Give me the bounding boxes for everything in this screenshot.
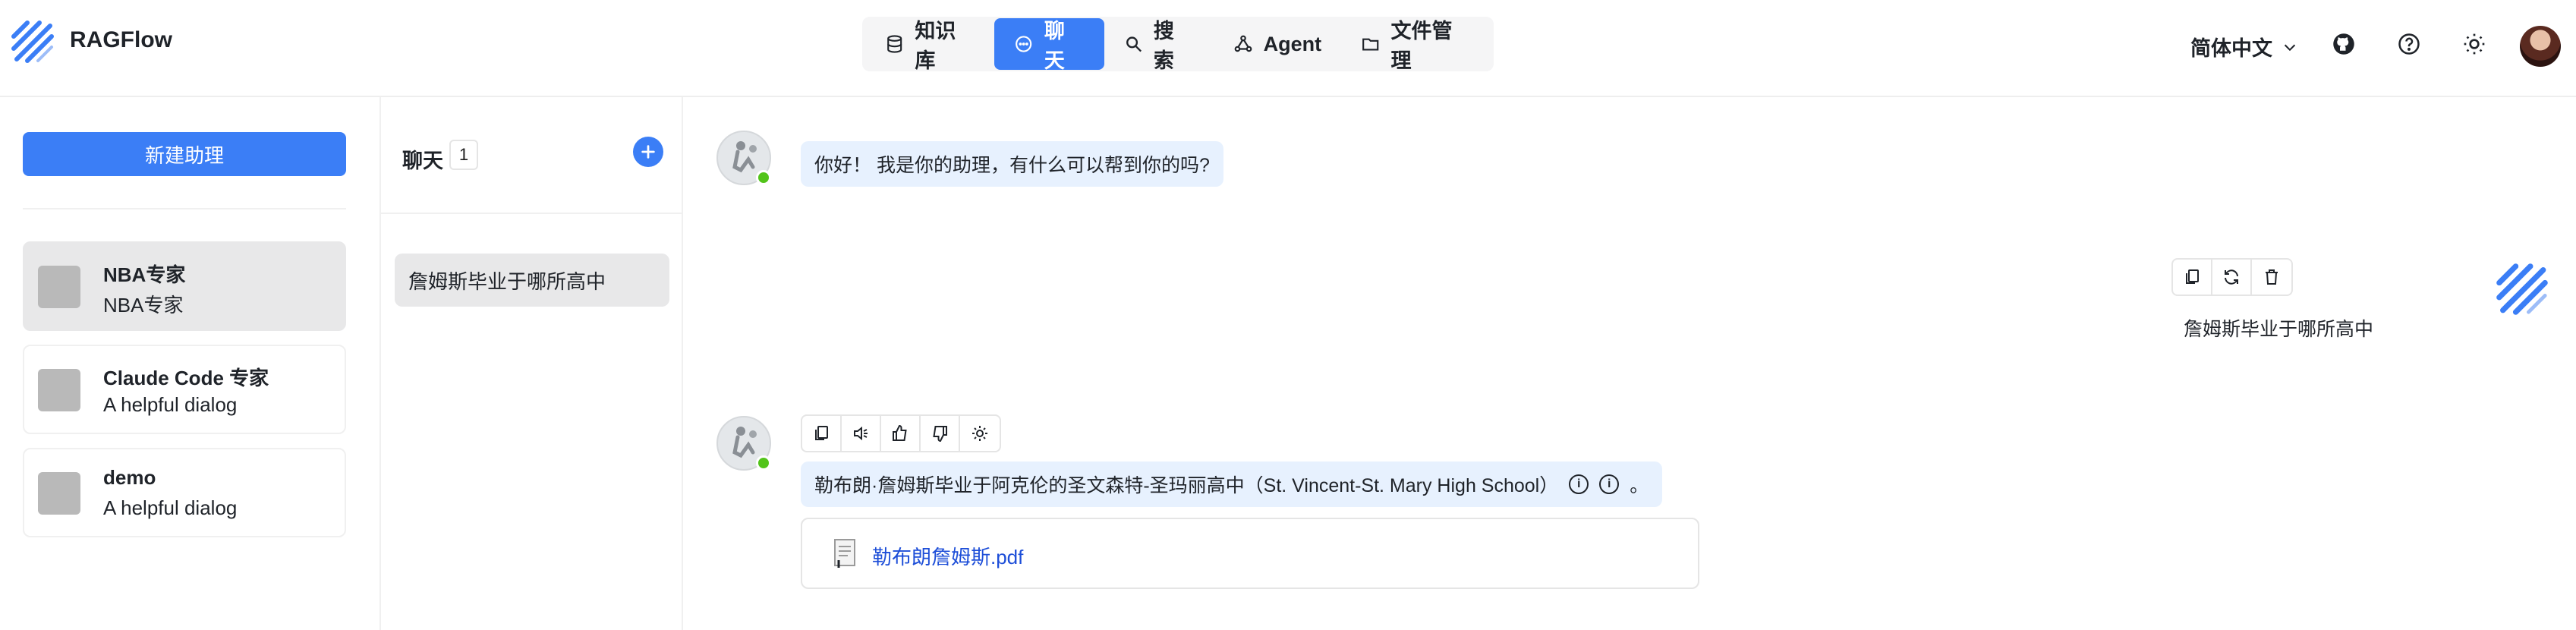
chevron-down-icon: [2284, 44, 2296, 51]
prompt-button[interactable]: [960, 416, 1000, 451]
assistant-name: Claude Code 专家: [103, 367, 269, 389]
database-icon: [887, 35, 902, 53]
pdf-file-icon: [834, 539, 855, 568]
assistant-avatar: [38, 266, 80, 308]
ragflow-logo-icon[interactable]: [11, 20, 55, 64]
reference-document-card: 勒布朗詹姆斯.pdf: [801, 518, 1699, 589]
assistant-description: A helpful dialog: [103, 496, 238, 519]
help-icon[interactable]: [2394, 29, 2424, 59]
answer-toolbar: [801, 414, 1001, 452]
user-message-toolbar: [2171, 258, 2293, 296]
app-name: RAGFlow: [70, 27, 172, 52]
assistant-avatar: [38, 369, 80, 411]
assistant-list-panel: 新建助理 NBA专家 NBA专家 Claude Code 专家 A helpfu…: [0, 97, 381, 630]
search-icon: [1126, 36, 1142, 52]
nav-label: 文件管理: [1390, 20, 1453, 72]
nav-label: 搜索: [1153, 20, 1174, 72]
answer-message: 勒布朗·詹姆斯毕业于阿克伦的圣文森特-圣玛丽高中（St. Vincent-St.…: [801, 461, 1663, 507]
chat-icon: [1016, 36, 1032, 52]
nav-label: 聊天: [1044, 20, 1065, 72]
assistant-name: demo: [103, 466, 156, 489]
assistant-card-demo[interactable]: demo A helpful dialog: [23, 448, 346, 537]
nav-label: Agent: [1263, 32, 1322, 55]
nav-label: 知识库: [915, 20, 956, 72]
nav-knowledge-base[interactable]: 知识库: [865, 18, 994, 72]
divider: [381, 213, 682, 214]
online-status-dot: [756, 170, 771, 185]
top-header: RAGFlow 知识库 聊天 搜索 Agent 文件管理 简体中文: [0, 0, 2576, 97]
delete-icon: [2266, 269, 2278, 285]
new-assistant-button[interactable]: 新建助理: [23, 132, 346, 176]
user-message: 詹姆斯毕业于哪所高中: [2184, 319, 2374, 340]
bulb-icon: [972, 426, 987, 441]
speaker-icon: [854, 426, 868, 441]
agent-icon: [1234, 35, 1252, 52]
nav-file-management[interactable]: 文件管理: [1341, 18, 1491, 72]
assistant-avatar: [716, 131, 771, 185]
main-nav: 知识库 聊天 搜索 Agent 文件管理: [862, 17, 1494, 72]
user-ragflow-avatar-icon: [2496, 263, 2548, 315]
thumbs-up-icon: [893, 424, 907, 441]
conversation-list-panel: 聊天 1 詹姆斯毕业于哪所高中: [381, 97, 683, 630]
thumbs-down-icon: [933, 426, 947, 443]
copy-button[interactable]: [2173, 260, 2212, 295]
plus-icon: [641, 145, 655, 159]
citation-info-icon[interactable]: i: [1569, 474, 1589, 494]
language-label: 简体中文: [2190, 37, 2272, 60]
regenerate-icon: [2225, 269, 2238, 285]
read-aloud-button[interactable]: [842, 416, 881, 451]
copy-button[interactable]: [802, 416, 842, 451]
copy-icon: [2186, 269, 2199, 284]
language-selector[interactable]: 简体中文: [2190, 32, 2298, 61]
theme-sun-icon[interactable]: [2459, 29, 2489, 59]
assistant-avatar: [38, 472, 80, 515]
nav-search[interactable]: 搜索: [1104, 18, 1214, 72]
assistant-description: A helpful dialog: [103, 393, 238, 416]
answer-end: 。: [1630, 475, 1649, 496]
assistant-description: NBA专家: [103, 294, 184, 317]
copy-icon: [815, 426, 828, 440]
dislike-button[interactable]: [921, 416, 960, 451]
regenerate-button[interactable]: [2212, 260, 2252, 295]
conversation-count-badge: 1: [449, 140, 478, 170]
online-status-dot: [756, 455, 771, 471]
like-button[interactable]: [881, 416, 921, 451]
assistant-card-claude-code[interactable]: Claude Code 专家 A helpful dialog: [23, 345, 346, 434]
conversation-item[interactable]: 詹姆斯毕业于哪所高中: [395, 254, 669, 307]
delete-button[interactable]: [2252, 260, 2291, 295]
greeting-message: 你好！ 我是你的助理，有什么可以帮到你的吗?: [801, 141, 1223, 187]
reference-document-link[interactable]: 勒布朗詹姆斯.pdf: [872, 542, 1023, 570]
conversations-title: 聊天: [402, 150, 443, 172]
new-conversation-button[interactable]: [633, 137, 663, 167]
nav-chat[interactable]: 聊天: [994, 18, 1104, 72]
assistant-card-nba[interactable]: NBA专家 NBA专家: [23, 241, 346, 331]
citation-info-icon[interactable]: i: [1599, 474, 1620, 494]
assistant-avatar: [716, 416, 771, 471]
divider: [23, 208, 346, 209]
answer-text: 勒布朗·詹姆斯毕业于阿克伦的圣文森特-圣玛丽高中（St. Vincent-St.…: [814, 475, 1559, 496]
github-icon[interactable]: [2329, 29, 2359, 59]
user-avatar[interactable]: [2520, 26, 2561, 67]
folder-icon: [1362, 38, 1379, 51]
chat-area: 你好！ 我是你的助理，有什么可以帮到你的吗? 詹姆斯毕业于哪所高中 勒布朗·詹姆…: [683, 97, 2576, 630]
nav-agent[interactable]: Agent: [1214, 18, 1342, 70]
assistant-name: NBA专家: [103, 263, 186, 286]
